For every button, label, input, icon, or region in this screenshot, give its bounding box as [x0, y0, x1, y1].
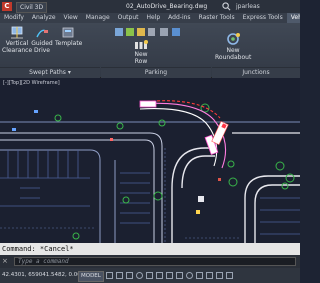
- vertical-clearance-icon: [11, 26, 23, 39]
- ribbon-tabs: Modify Analyze View Manage Output Help A…: [0, 13, 300, 23]
- ortho-icon[interactable]: [126, 272, 133, 279]
- annotation-scale-icon[interactable]: [166, 272, 173, 279]
- tab-analyze[interactable]: Analyze: [28, 13, 60, 23]
- status-bar: 42.4301, 659041.5482, 0.0000 MODEL: [0, 268, 300, 283]
- viewport-controls-label[interactable]: [-][Top][2D Wireframe]: [3, 80, 60, 86]
- parking-report-icon[interactable]: [160, 28, 168, 36]
- tab-add-ins[interactable]: Add-ins: [164, 13, 194, 23]
- tab-help[interactable]: Help: [142, 13, 164, 23]
- hardware-acceleration-icon[interactable]: [206, 272, 213, 279]
- app-window: C Civil 3D 02_AutoDrive_Bearing.dwg jpar…: [0, 0, 300, 283]
- new-row-button[interactable]: New Row: [130, 40, 152, 65]
- curb-line: [0, 149, 101, 243]
- clean-screen-icon[interactable]: [216, 272, 223, 279]
- tab-vehicle[interactable]: Vehicle: [286, 13, 300, 23]
- tab-manage[interactable]: Manage: [82, 13, 114, 23]
- vertical-clearance-label-2: Clearance: [2, 47, 33, 54]
- drawing-viewport[interactable]: [-][Top][2D Wireframe]: [0, 78, 300, 243]
- user-account[interactable]: jparleas: [236, 2, 260, 11]
- section-junctions: Junctions: [212, 67, 300, 78]
- workspace-selector[interactable]: Civil 3D: [16, 2, 48, 13]
- guided-drive-label-2: Drive: [34, 47, 50, 54]
- command-line: ×: [0, 255, 300, 268]
- snap-icon[interactable]: [116, 272, 123, 279]
- parking-layout-icon[interactable]: [126, 28, 134, 36]
- customize-icon[interactable]: [226, 272, 233, 279]
- ribbon-panel: Vertical Clearance Guided Drive Template: [0, 23, 300, 78]
- application-menu-button[interactable]: C: [2, 2, 12, 11]
- osnap-icon[interactable]: [146, 272, 153, 279]
- drawing-canvas[interactable]: [0, 78, 300, 243]
- helper-lines: [0, 148, 240, 243]
- lineweight-icon[interactable]: [156, 272, 163, 279]
- workspace-icon[interactable]: [176, 272, 183, 279]
- template-icon: [62, 27, 74, 38]
- curb-line: [171, 147, 212, 243]
- curb-line: [0, 139, 155, 243]
- new-roundabout-button[interactable]: New Roundabout: [215, 32, 251, 61]
- guided-drive-button[interactable]: Guided Drive: [31, 26, 53, 54]
- new-row-icon: [135, 40, 148, 49]
- guided-drive-icon: [36, 29, 48, 38]
- parking-properties-icon[interactable]: [172, 28, 180, 36]
- truck-icon[interactable]: [211, 120, 229, 146]
- curb-line: [244, 175, 300, 243]
- new-roundabout-label-1: New: [226, 47, 240, 54]
- section-parking: Parking: [101, 67, 211, 78]
- title-bar: C Civil 3D 02_AutoDrive_Bearing.dwg jpar…: [0, 0, 300, 13]
- parking-settings-icon[interactable]: [148, 28, 155, 36]
- model-space-button[interactable]: MODEL: [78, 271, 104, 282]
- parking-edit-icon[interactable]: [137, 28, 145, 36]
- parking-tools-icons: [115, 28, 155, 36]
- vertical-clearance-button[interactable]: Vertical Clearance: [2, 26, 32, 54]
- settings-icon[interactable]: [186, 272, 193, 279]
- polar-icon[interactable]: [136, 272, 143, 279]
- tab-raster-tools[interactable]: Raster Tools: [195, 13, 239, 23]
- new-row-label-1: New: [134, 51, 148, 58]
- template-button[interactable]: Template: [55, 26, 83, 47]
- command-history: Command: *Cancel*: [0, 243, 300, 255]
- grid-icon[interactable]: [106, 272, 113, 279]
- new-roundabout-label-2: Roundabout: [215, 54, 252, 61]
- tab-modify[interactable]: Modify: [0, 13, 28, 23]
- parking-extra-icons: [160, 28, 180, 36]
- tab-view[interactable]: View: [60, 13, 82, 23]
- search-icon[interactable]: [222, 2, 231, 11]
- template-label: Template: [55, 40, 83, 47]
- coordinate-readout: 42.4301, 659041.5482, 0.0000: [2, 272, 88, 278]
- new-row-label-2: Row: [134, 58, 148, 65]
- close-icon[interactable]: ×: [2, 258, 8, 265]
- swept-path: [139, 100, 227, 169]
- command-input[interactable]: [14, 257, 296, 266]
- vertical-clearance-label-1: Vertical: [5, 40, 29, 47]
- document-title: 02_AutoDrive_Bearing.dwg: [126, 3, 208, 10]
- tab-output[interactable]: Output: [114, 13, 143, 23]
- curb-line: [181, 155, 215, 189]
- roundabout-icon: [227, 33, 240, 45]
- isolate-icon[interactable]: [196, 272, 203, 279]
- section-swept-paths[interactable]: Swept Paths ▾: [0, 67, 100, 78]
- tab-express-tools[interactable]: Express Tools: [239, 13, 287, 23]
- parking-space-icon[interactable]: [115, 28, 123, 36]
- guided-drive-label-1: Guided: [31, 40, 53, 47]
